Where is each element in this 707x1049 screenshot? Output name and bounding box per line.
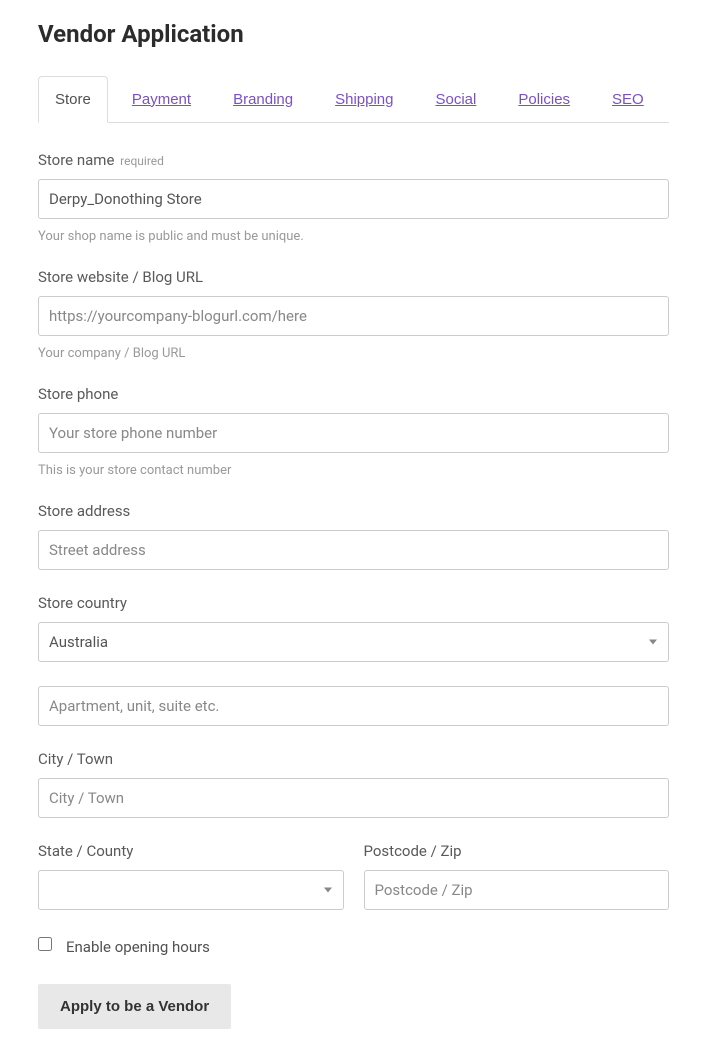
state-field: State / County bbox=[38, 842, 344, 910]
tab-social[interactable]: Social bbox=[418, 76, 495, 122]
postcode-field: Postcode / Zip bbox=[364, 842, 670, 910]
store-website-input[interactable] bbox=[38, 296, 669, 336]
store-phone-help: This is your store contact number bbox=[38, 463, 669, 478]
state-label: State / County bbox=[38, 842, 344, 860]
store-address-label: Store address bbox=[38, 502, 669, 520]
store-country-field: Store country Australia bbox=[38, 594, 669, 662]
store-address-input[interactable] bbox=[38, 530, 669, 570]
store-country-select[interactable]: Australia bbox=[38, 622, 669, 662]
tab-payment[interactable]: Payment bbox=[114, 76, 209, 122]
city-field: City / Town bbox=[38, 750, 669, 818]
store-website-label: Store website / Blog URL bbox=[38, 268, 669, 286]
city-label: City / Town bbox=[38, 750, 669, 768]
store-name-input[interactable] bbox=[38, 179, 669, 219]
store-name-field: Store name required Your shop name is pu… bbox=[38, 151, 669, 244]
store-phone-field: Store phone This is your store contact n… bbox=[38, 385, 669, 478]
store-website-field: Store website / Blog URL Your company / … bbox=[38, 268, 669, 361]
tab-seo[interactable]: SEO bbox=[594, 76, 662, 122]
tab-policies[interactable]: Policies bbox=[500, 76, 588, 122]
required-tag: required bbox=[120, 154, 164, 168]
page-title: Vendor Application bbox=[38, 20, 669, 48]
store-name-help: Your shop name is public and must be uni… bbox=[38, 229, 669, 244]
opening-hours-checkbox[interactable] bbox=[38, 937, 52, 951]
opening-hours-field: Enable opening hours bbox=[38, 938, 669, 956]
tab-store[interactable]: Store bbox=[38, 76, 108, 123]
tab-shipping[interactable]: Shipping bbox=[317, 76, 411, 122]
store-phone-input[interactable] bbox=[38, 413, 669, 453]
tabs-nav: Store Payment Branding Shipping Social P… bbox=[38, 76, 669, 123]
postcode-label: Postcode / Zip bbox=[364, 842, 670, 860]
address2-field bbox=[38, 686, 669, 726]
store-phone-label: Store phone bbox=[38, 385, 669, 403]
tab-branding[interactable]: Branding bbox=[215, 76, 311, 122]
store-name-label: Store name required bbox=[38, 151, 669, 169]
city-input[interactable] bbox=[38, 778, 669, 818]
state-select[interactable] bbox=[38, 870, 344, 910]
address2-input[interactable] bbox=[38, 686, 669, 726]
postcode-input[interactable] bbox=[364, 870, 670, 910]
store-website-help: Your company / Blog URL bbox=[38, 346, 669, 361]
store-address-field: Store address bbox=[38, 502, 669, 570]
store-country-label: Store country bbox=[38, 594, 669, 612]
opening-hours-label: Enable opening hours bbox=[66, 938, 210, 956]
apply-vendor-button[interactable]: Apply to be a Vendor bbox=[38, 984, 231, 1029]
